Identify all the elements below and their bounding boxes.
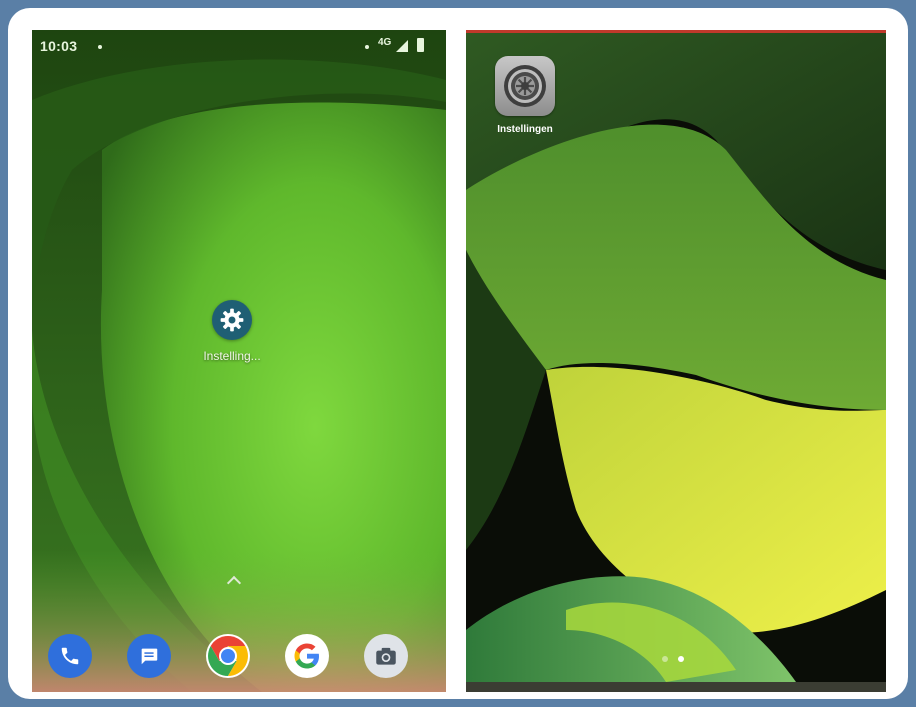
android-home-screen: 10:03 4G Instelling... — [32, 30, 446, 692]
gear-icon — [212, 300, 252, 340]
chrome-app-button[interactable] — [206, 634, 250, 678]
ios-home-screen: Instellingen — [466, 30, 886, 692]
phone-icon — [61, 647, 79, 665]
gear-icon — [495, 56, 555, 116]
camera-icon — [376, 647, 396, 665]
ios-bottom-bar — [466, 682, 886, 692]
screenshot-card: 10:03 4G Instelling... Instellingen — [8, 8, 908, 699]
settings-app-label: Instelling... — [203, 349, 261, 363]
battery-icon — [417, 38, 424, 52]
settings-app-shortcut[interactable]: Instelling... — [192, 300, 272, 363]
page-dot-2[interactable] — [678, 656, 684, 662]
status-bar: 10:03 4G — [32, 30, 446, 62]
ios-top-edge — [466, 30, 886, 33]
dock — [32, 630, 446, 686]
phone-app-button[interactable] — [48, 634, 92, 678]
signal-icon — [396, 40, 408, 52]
chrome-icon — [208, 636, 248, 676]
camera-app-button[interactable] — [364, 634, 408, 678]
status-time: 10:03 — [40, 38, 78, 54]
google-icon — [294, 643, 319, 669]
network-type: 4G — [378, 37, 392, 48]
settings-app-label: Instellingen — [497, 124, 553, 135]
google-app-button[interactable] — [285, 634, 329, 678]
messages-app-button[interactable] — [127, 634, 171, 678]
message-icon — [141, 648, 158, 665]
network-dot-icon — [365, 45, 369, 49]
notification-dot-icon — [98, 45, 102, 49]
page-indicator[interactable] — [658, 656, 698, 664]
page-dot-1[interactable] — [662, 656, 668, 662]
settings-app-shortcut[interactable]: Instellingen — [488, 56, 562, 135]
